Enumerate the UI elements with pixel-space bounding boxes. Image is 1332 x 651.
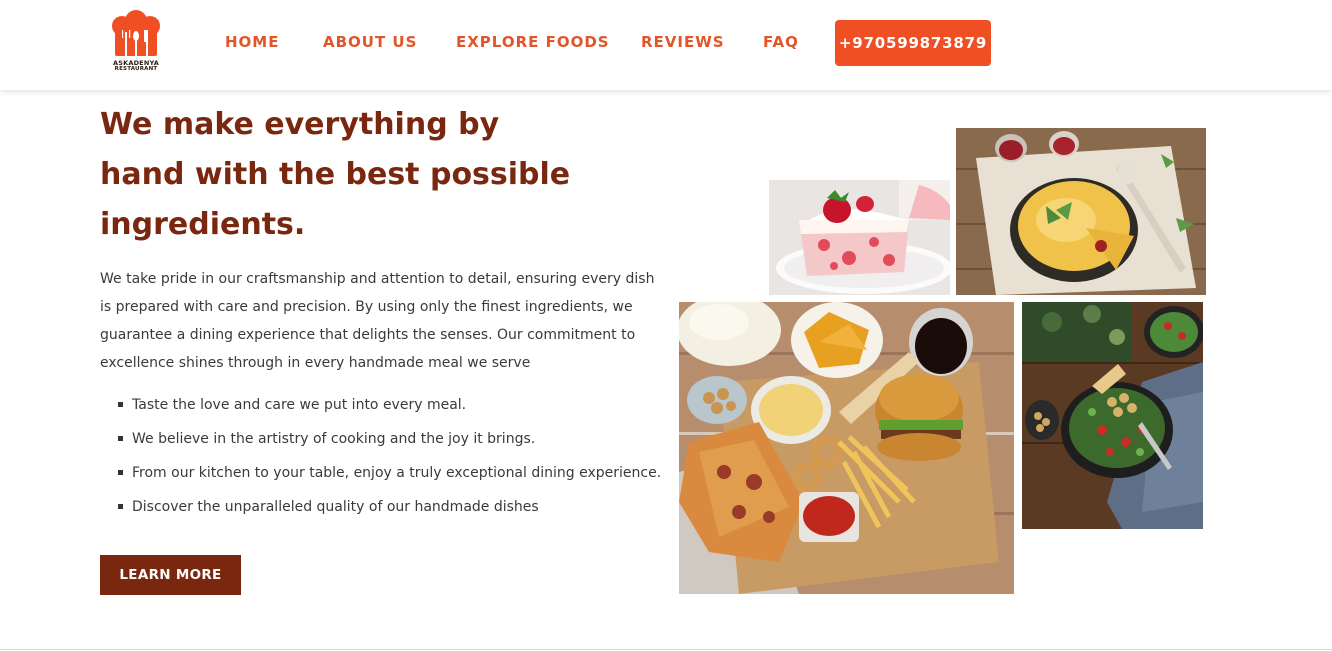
feature-text: We believe in the artistry of cooking an… [132, 431, 536, 447]
nav-reviews[interactable]: REVIEWS [641, 33, 725, 51]
nav-about-us[interactable]: ABOUT US [323, 33, 417, 51]
navbar: ASKADENYA RESTAURANT HOME ABOUT US EXPLO… [0, 0, 1332, 90]
square-bullet-icon [118, 402, 123, 407]
hero-heading-line: We make everything by [100, 107, 500, 142]
nav-home[interactable]: HOME [225, 33, 279, 51]
fast-food-platter-photo [679, 302, 1014, 594]
feature-text: From our kitchen to your table, enjoy a … [132, 465, 662, 481]
feature-text: Taste the love and care we put into ever… [132, 397, 467, 413]
hero-heading-line: ingredients. [100, 207, 306, 242]
brand-logo[interactable]: ASKADENYA RESTAURANT [106, 10, 166, 74]
salad-bowl-photo [1022, 302, 1203, 529]
hero-paragraph: We take pride in our craftsmanship and a… [100, 271, 655, 371]
square-bullet-icon [118, 504, 123, 509]
hero-heading: We make everything by hand with the best… [100, 100, 580, 250]
square-bullet-icon [118, 436, 123, 441]
feature-list-item: We believe in the artistry of cooking an… [118, 427, 678, 461]
square-bullet-icon [118, 470, 123, 475]
chef-hat-utensils-icon [112, 10, 160, 56]
nav-explore-foods[interactable]: EXPLORE FOODS [456, 33, 610, 51]
phone-button[interactable]: +970599873879 [835, 20, 991, 66]
feature-list-item: Discover the unparalleled quality of our… [118, 495, 678, 529]
feature-list: Taste the love and care we put into ever… [118, 393, 678, 529]
feature-list-item: From our kitchen to your table, enjoy a … [118, 461, 678, 495]
feature-list-item: Taste the love and care we put into ever… [118, 393, 678, 427]
frittata-pie-photo [956, 128, 1206, 295]
hero-heading-line: hand with the best possible [100, 157, 571, 192]
nav-faq[interactable]: FAQ [763, 33, 799, 51]
section-divider [0, 649, 1332, 650]
feature-text: Discover the unparalleled quality of our… [132, 499, 539, 515]
logo-subtitle: RESTAURANT [114, 66, 158, 72]
strawberry-cake-photo [769, 180, 950, 295]
learn-more-button[interactable]: LEARN MORE [100, 555, 241, 595]
